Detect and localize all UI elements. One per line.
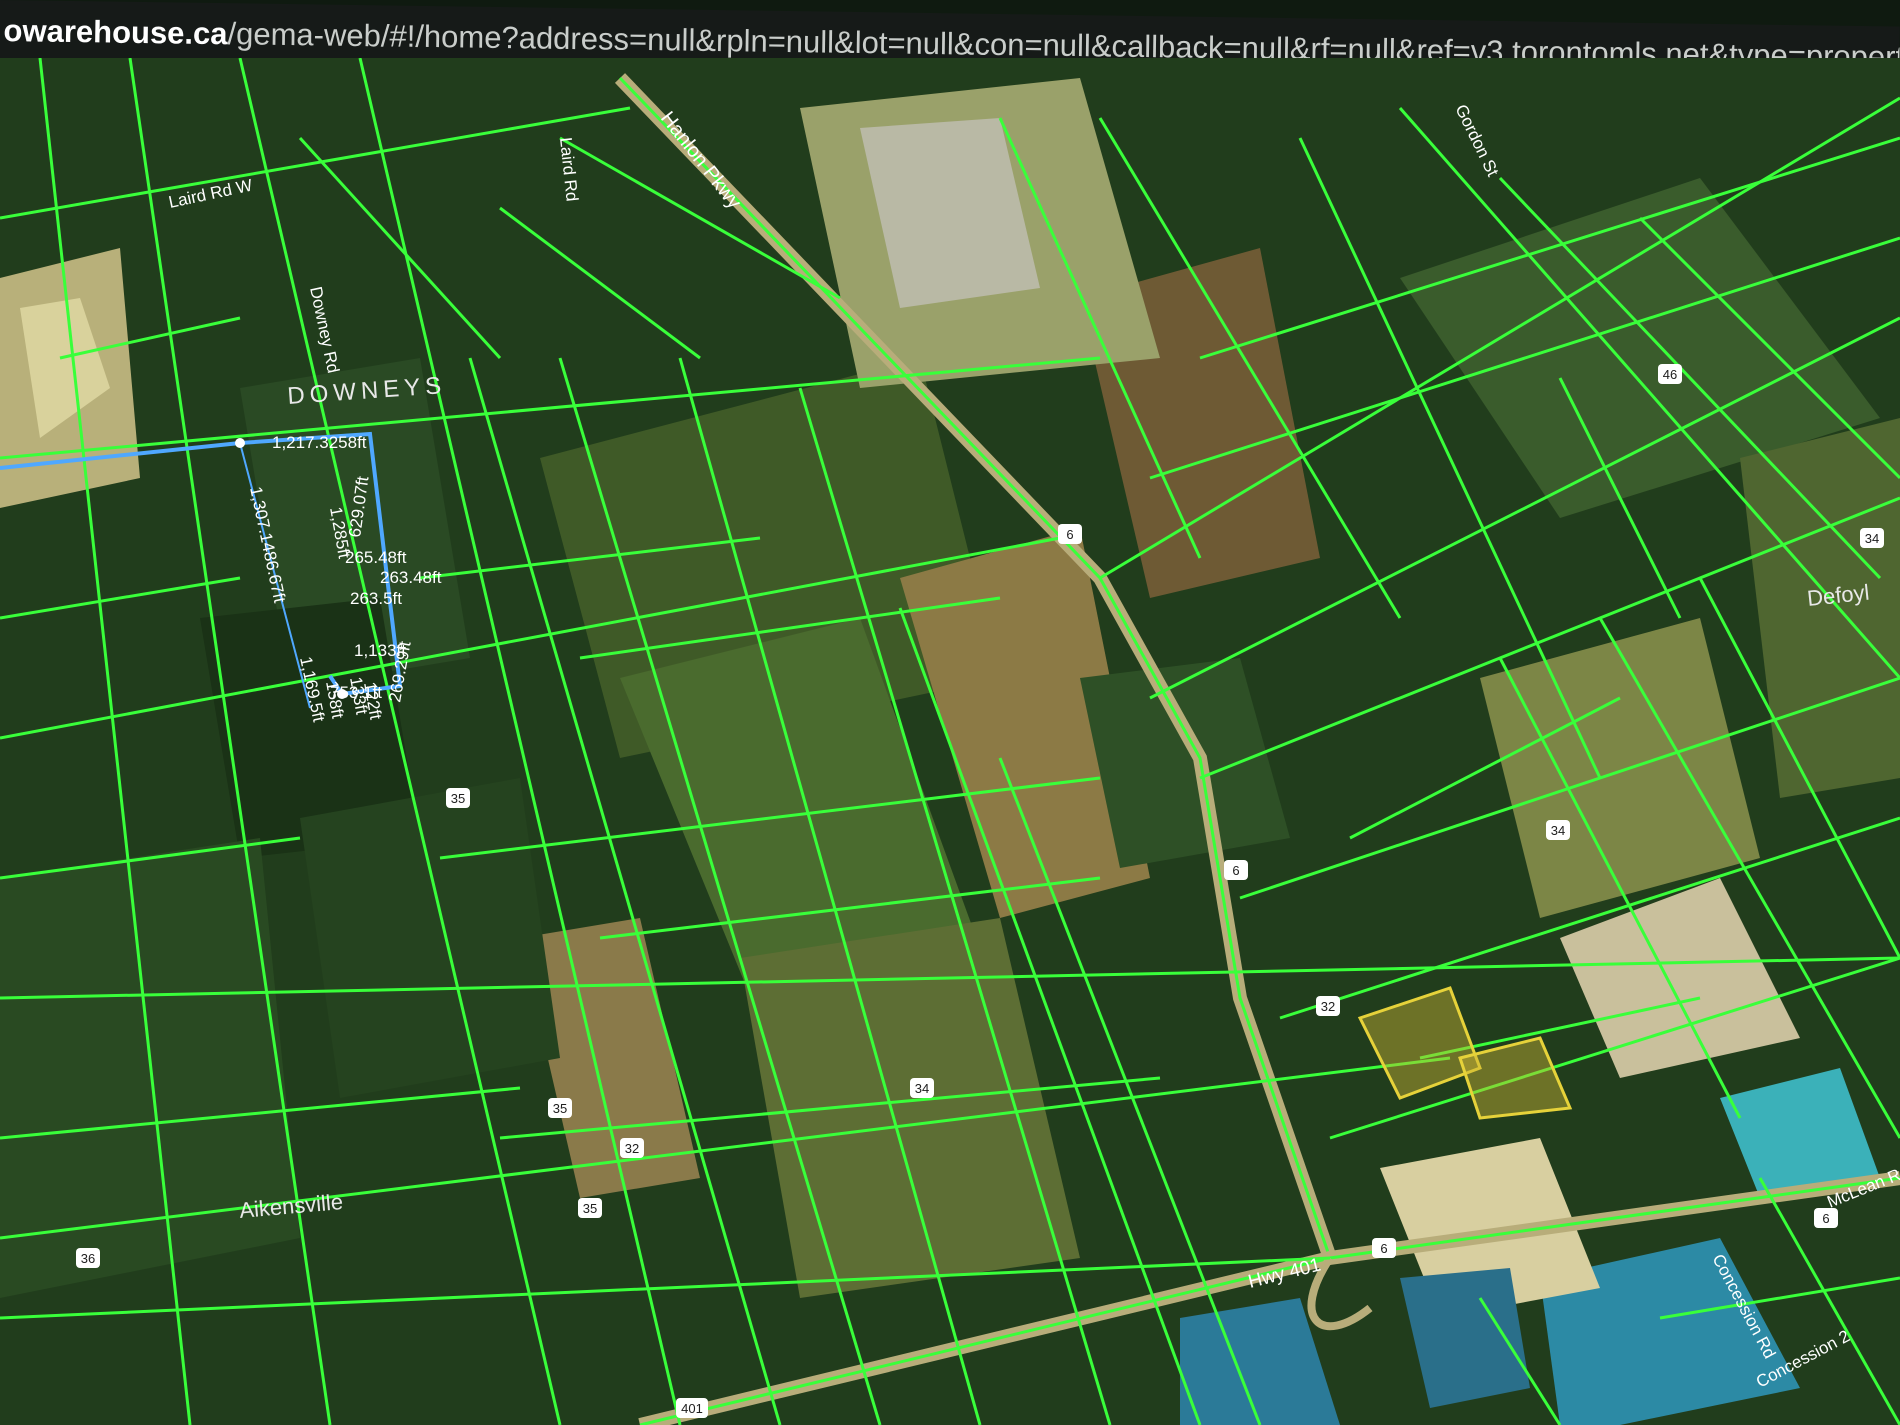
svg-text:35: 35 (583, 1201, 597, 1216)
highway-shield: 35 (446, 788, 470, 808)
svg-text:401: 401 (681, 1401, 703, 1416)
highway-shield: 6 (1058, 524, 1082, 544)
screenshot: owarehouse.ca/gema-web/#!/home?address=n… (0, 0, 1900, 1425)
svg-text:35: 35 (451, 791, 465, 806)
svg-text:46: 46 (1663, 367, 1677, 382)
measurement-label: 265.48ft (345, 548, 407, 567)
svg-text:6: 6 (1822, 1211, 1829, 1226)
svg-text:34: 34 (1551, 823, 1565, 838)
highway-shield: 34 (1546, 820, 1570, 840)
highway-shield: 32 (620, 1138, 644, 1158)
highway-shield: 34 (1860, 528, 1884, 548)
url-domain: owarehouse.ca (3, 13, 228, 52)
svg-text:35: 35 (553, 1101, 567, 1116)
highway-shield: 6 (1372, 1238, 1396, 1258)
highway-shield: 35 (548, 1098, 572, 1118)
svg-text:36: 36 (81, 1251, 95, 1266)
highway-shield: 6 (1814, 1208, 1838, 1228)
measurement-label: 263.48ft (380, 568, 442, 587)
svg-text:34: 34 (915, 1081, 929, 1096)
highway-shield: 32 (1316, 996, 1340, 1016)
svg-text:6: 6 (1232, 863, 1239, 878)
measurement-label: 1,133ft (354, 641, 406, 660)
highway-shield: 36 (76, 1248, 100, 1268)
highway-shield: 35 (578, 1198, 602, 1218)
svg-text:6: 6 (1380, 1241, 1387, 1256)
svg-text:32: 32 (1321, 999, 1335, 1014)
highway-shield: 401 (676, 1398, 708, 1418)
parcel-map[interactable]: 1,217.3258ft 1,307.1486.67ft 1,169.5ft 2… (0, 58, 1900, 1425)
svg-text:6: 6 (1066, 527, 1073, 542)
svg-text:34: 34 (1865, 531, 1879, 546)
map-canvas[interactable]: 1,217.3258ft 1,307.1486.67ft 1,169.5ft 2… (0, 58, 1900, 1425)
highway-shield: 6 (1224, 860, 1248, 880)
highway-shield: 34 (910, 1078, 934, 1098)
measurement-label: 263.5ft (350, 589, 402, 608)
measurement-label: 1,217.3258ft (272, 433, 367, 452)
highway-shield: 46 (1658, 364, 1682, 384)
svg-text:32: 32 (625, 1141, 639, 1156)
